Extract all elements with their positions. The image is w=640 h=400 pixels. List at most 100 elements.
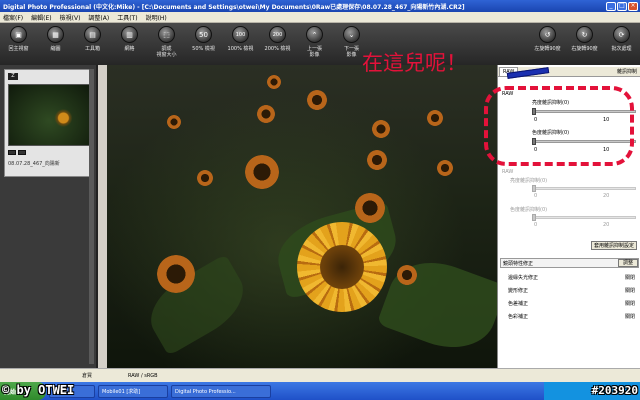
toolbar_right-button-2[interactable]: ⟳ 批次處理 [603, 23, 640, 52]
toolbar-button-0[interactable]: ▣ 回主視窗 [0, 23, 37, 52]
toolbox-icon: ▤ [84, 26, 101, 43]
thumbnail-image[interactable] [8, 84, 90, 146]
lens-correction-title: 鏡頭特性修正 [503, 260, 534, 267]
background-flower [267, 75, 281, 89]
grid-icon: ▥ [121, 26, 138, 43]
lens-row-label: 邊緣失光修正 [508, 275, 539, 281]
taskbar-item[interactable]: Mobile01 [求助] [98, 384, 168, 398]
slider-max: 20 [603, 222, 610, 228]
previous-image-icon: ⌃ [306, 26, 323, 43]
menu-help[interactable]: 說明(H) [146, 13, 167, 22]
section-label: RAW [502, 169, 514, 175]
background-flower [372, 120, 390, 138]
minimize-button[interactable]: _ [606, 1, 616, 11]
background-flower [397, 265, 417, 285]
luminance-noise-slider[interactable] [532, 185, 636, 192]
lens-correction-header: 鏡頭特性修正 調整 [500, 258, 639, 268]
zoom-200-icon: 200 [269, 26, 286, 43]
lens-row-label: 色差補正 [508, 301, 529, 307]
next-image-icon: ⌄ [343, 26, 360, 43]
thumbnail-panel: Z 08.07.28_467_向陽新 [0, 65, 98, 368]
background-flower [167, 115, 181, 129]
toolbar-button-7[interactable]: 200 200% 檢視 [259, 23, 296, 52]
taskbar-item[interactable]: Digital Photo Professio... [171, 384, 271, 398]
background-flower [245, 155, 279, 189]
maximize-button[interactable]: □ [617, 1, 627, 11]
color-noise-slider[interactable] [532, 214, 636, 221]
toolbar-button-1[interactable]: ▦ 縮圖 [37, 23, 74, 52]
image-badge: Z [8, 73, 18, 80]
zoom-100-icon: 100 [232, 26, 249, 43]
toolbar-button-3[interactable]: ▥ 網格 [111, 23, 148, 52]
status-left: 倉買 [82, 373, 93, 379]
title-bar: Digital Photo Professional (中文化:Mike) - … [0, 0, 640, 12]
toolbar_right-button-1[interactable]: ↻ 右旋轉90度 [566, 23, 603, 52]
main-image-view[interactable] [107, 65, 497, 368]
rotate-right-icon: ↻ [576, 26, 593, 43]
toolbar-button-4[interactable]: ⬚ 調成 視窗大小 [148, 23, 185, 58]
slider-min: 0 [534, 222, 538, 228]
menu-file[interactable]: 檔案(F) [3, 13, 23, 22]
toolbar-button-5[interactable]: 50 50% 檢視 [185, 23, 222, 52]
toolbar-button-8[interactable]: ⌃ 上一張 影像 [296, 23, 333, 58]
background-flower [367, 150, 387, 170]
toolbar-label: 調成 視窗大小 [156, 46, 177, 58]
lens-row-value: 關閉 [624, 275, 635, 281]
apply-noise-reduction-button[interactable]: 套用雜訊抑制設定 [591, 241, 637, 250]
fit-window-icon: ⬚ [158, 26, 175, 43]
menu-tools[interactable]: 工具(T) [117, 13, 137, 22]
toolbar-label: 200% 檢視 [264, 46, 291, 52]
lens-row: 色差補正 關閉 [508, 300, 635, 307]
toolbar_right-button-0[interactable]: ↺ 左旋轉90度 [529, 23, 566, 52]
lens-row: 色彩補正 關閉 [508, 313, 635, 320]
background-flower [157, 255, 195, 293]
slider-min: 0 [534, 193, 538, 199]
raw-icon [8, 150, 16, 155]
leaf-shape [376, 248, 497, 362]
lens-row-value: 關閉 [624, 288, 635, 294]
toolbar-label: 右旋轉90度 [571, 46, 598, 52]
toolbar-label: 50% 檢視 [192, 46, 215, 52]
toolbar: ▣ 回主視窗 ▦ 縮圖 ▤ 工具箱 ▥ 網格 ⬚ 調成 視窗大小 50 50% 檢視 100 100% 檢… [0, 23, 640, 65]
lens-row-value: 關閉 [624, 301, 635, 307]
status-format: RAW / sRGB [128, 372, 158, 379]
background-flower [307, 90, 327, 110]
toolbar-label: 上一張 影像 [306, 46, 322, 58]
home-icon: ▣ [10, 26, 27, 43]
close-button[interactable]: × [628, 1, 638, 11]
leaf-shape [138, 254, 256, 356]
zoom-50-icon: 50 [195, 26, 212, 43]
toolbar-label: 批次處理 [611, 46, 632, 52]
background-flower [355, 193, 385, 223]
toolbar-label: 回主視窗 [8, 46, 29, 52]
toolbar-label: 100% 檢視 [227, 46, 254, 52]
toolbar-label: 左旋轉90度 [534, 46, 561, 52]
thumbnail-scrollbar[interactable] [89, 69, 94, 364]
toolbar-button-2[interactable]: ▤ 工具箱 [74, 23, 111, 52]
menu-view[interactable]: 檢視(V) [60, 13, 81, 22]
slider-handle[interactable] [532, 185, 536, 192]
slider-handle[interactable] [532, 214, 536, 221]
rotate-left-icon: ↺ [539, 26, 556, 43]
status-bar: 倉買 RAW / sRGB [0, 368, 640, 382]
color-noise-label: 色度雜訊抑制(0) [510, 207, 548, 213]
toolbar-button-6[interactable]: 100 100% 檢視 [222, 23, 259, 52]
annotation-text: 在這兒呢！ [362, 51, 467, 75]
lens-row-label: 變形修正 [508, 288, 529, 294]
lens-row: 邊緣失光修正 關閉 [508, 274, 635, 281]
background-flower [437, 160, 453, 176]
sunflower-center [320, 245, 364, 289]
background-flower [197, 170, 213, 186]
taskbar: 開始 可分享... Mobile01 [求助] Digital Photo Pr… [0, 382, 640, 400]
menu-edit[interactable]: 編輯(E) [31, 13, 51, 22]
menu-adjust[interactable]: 調整(A) [88, 13, 109, 22]
lens-row-label: 色彩補正 [508, 314, 529, 320]
tab-noise-reduction[interactable]: 雜訊抑制 [615, 68, 639, 75]
lens-adjust-button[interactable]: 調整 [617, 259, 638, 267]
slider-max: 20 [603, 193, 610, 199]
toolbar-label: 網格 [124, 46, 135, 52]
batch-process-icon: ⟳ [613, 26, 630, 43]
watermark-right: #203920 [591, 384, 638, 397]
thumbnail-caption: 08.07.28_467_向陽新 [8, 161, 60, 167]
thumbnail-card[interactable]: Z 08.07.28_467_向陽新 [4, 69, 94, 177]
